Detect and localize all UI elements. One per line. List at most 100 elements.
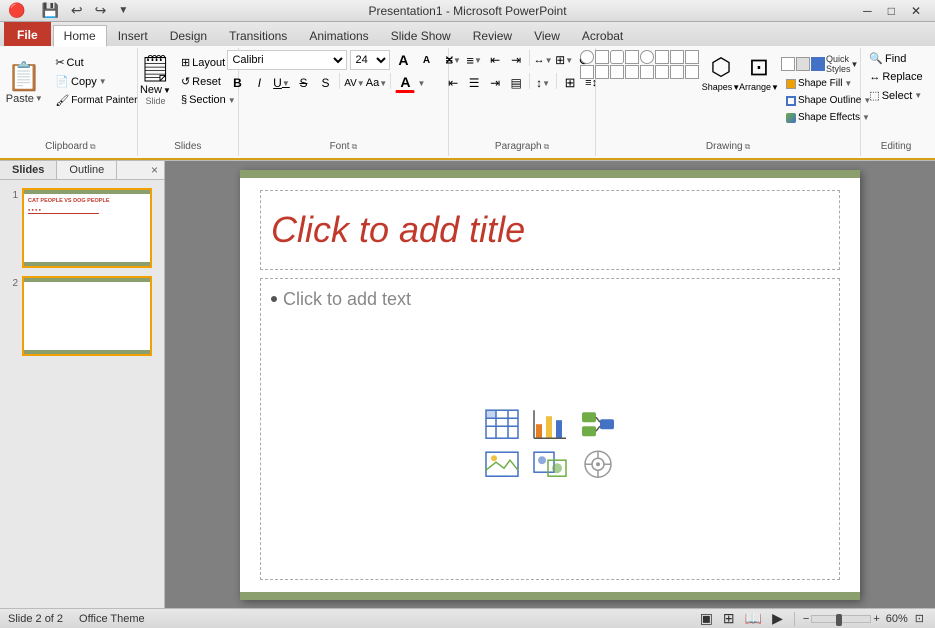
bullets-btn[interactable]: ≡▼ xyxy=(443,50,463,70)
insert-chart-icon[interactable] xyxy=(530,406,570,442)
drawing-group-label[interactable]: Drawing⧉ xyxy=(706,139,750,154)
underline-btn[interactable]: U▼ xyxy=(271,73,291,93)
tab-transitions[interactable]: Transitions xyxy=(218,24,298,46)
redo-btn[interactable]: ↪ xyxy=(91,0,111,21)
text-shadow-btn[interactable]: S xyxy=(315,73,335,93)
shape-preview[interactable] xyxy=(610,50,624,64)
tab-slides[interactable]: Slides xyxy=(0,161,57,179)
numbering-btn[interactable]: ≡▼ xyxy=(464,50,484,70)
columns-btn[interactable]: ⊞▼ xyxy=(554,50,574,70)
qat-more-btn[interactable]: ▼ xyxy=(114,3,132,18)
format-painter-button[interactable]: 🖌Format Painter xyxy=(51,92,141,109)
tab-file[interactable]: File xyxy=(4,22,51,46)
justify-btn[interactable]: ▤ xyxy=(506,73,526,93)
copy-button[interactable]: 📄Copy▼ xyxy=(51,73,141,90)
slide-thumbnail-1[interactable]: CAT PEOPLE VS DOG PEOPLE ● ● ● ● xyxy=(22,188,152,268)
font-color-btn[interactable]: A xyxy=(395,73,415,93)
tab-design[interactable]: Design xyxy=(159,24,218,46)
shape-preview[interactable] xyxy=(595,65,609,79)
shape-preview[interactable] xyxy=(655,65,669,79)
para-more-btn[interactable]: ⊞ xyxy=(560,73,580,93)
tab-slideshow[interactable]: Slide Show xyxy=(380,24,462,46)
shape-preview[interactable] xyxy=(580,65,594,79)
quick-styles-button[interactable]: QuickStyles ▼ xyxy=(826,54,858,74)
shape-preview[interactable] xyxy=(595,50,609,64)
shape-preview[interactable] xyxy=(640,65,654,79)
insert-picture-icon[interactable] xyxy=(482,446,522,482)
reading-view-btn[interactable]: 📖 xyxy=(742,610,765,627)
shape-preview[interactable] xyxy=(580,50,594,64)
font-size-select[interactable]: 24 xyxy=(350,50,390,70)
minimize-btn[interactable]: ─ xyxy=(857,4,878,18)
save-btn[interactable]: 💾 xyxy=(37,0,62,21)
decrease-indent-btn[interactable]: ⇤ xyxy=(485,50,505,70)
paragraph-expand-icon[interactable]: ⧉ xyxy=(544,142,550,152)
quick-style-2[interactable] xyxy=(796,57,810,71)
editing-group-label[interactable]: Editing xyxy=(881,139,912,154)
font-group-label[interactable]: Font⧉ xyxy=(330,139,358,154)
align-center-btn[interactable]: ☰ xyxy=(464,73,484,93)
slideshow-btn[interactable]: ▶ xyxy=(769,610,786,627)
increase-indent-btn[interactable]: ⇥ xyxy=(506,50,526,70)
find-button[interactable]: 🔍Find xyxy=(865,50,910,67)
slide-thumb-1[interactable]: 1 CAT PEOPLE VS DOG PEOPLE ● ● ● ● xyxy=(4,188,160,268)
panel-close-btn[interactable]: × xyxy=(145,161,164,179)
arrange-button[interactable]: ⊡ Arrange▼ xyxy=(741,50,777,95)
shape-preview[interactable] xyxy=(685,50,699,64)
cut-button[interactable]: ✂Cut xyxy=(51,54,141,71)
quick-style-1[interactable] xyxy=(781,57,795,71)
paragraph-group-label[interactable]: Paragraph⧉ xyxy=(495,139,549,154)
maximize-btn[interactable]: □ xyxy=(882,4,901,18)
tab-insert[interactable]: Insert xyxy=(107,24,159,46)
zoom-out-btn[interactable]: − xyxy=(803,613,809,625)
font-expand-icon[interactable]: ⧉ xyxy=(352,142,358,152)
new-slide-dropdown[interactable]: ▼ xyxy=(163,86,171,95)
shape-preview[interactable] xyxy=(655,50,669,64)
slide-thumbnail-2[interactable] xyxy=(22,276,152,356)
shape-preview[interactable] xyxy=(625,50,639,64)
tab-outline[interactable]: Outline xyxy=(57,161,117,179)
font-shrink-btn[interactable]: A xyxy=(416,50,436,70)
tab-review[interactable]: Review xyxy=(462,24,523,46)
line-spacing-btn[interactable]: ↕▼ xyxy=(533,73,553,93)
change-case-btn[interactable]: Aa▼ xyxy=(366,73,386,93)
text-direction-btn[interactable]: ↔▼ xyxy=(533,50,553,70)
quick-style-3[interactable] xyxy=(811,57,825,71)
align-left-btn[interactable]: ⇤ xyxy=(443,73,463,93)
tab-view[interactable]: View xyxy=(523,24,571,46)
normal-view-btn[interactable]: ▣ xyxy=(697,610,716,627)
insert-media-icon[interactable] xyxy=(578,446,618,482)
insert-smartart-icon[interactable] xyxy=(578,406,618,442)
slide-canvas[interactable]: Click to add title Click to add text xyxy=(240,170,860,600)
undo-btn[interactable]: ↩ xyxy=(67,0,87,21)
slide-thumb-2[interactable]: 2 xyxy=(4,276,160,356)
slides-group-label[interactable]: Slides xyxy=(174,139,201,154)
char-spacing-btn[interactable]: AV▼ xyxy=(344,73,364,93)
shape-preview[interactable] xyxy=(610,65,624,79)
select-button[interactable]: ⬚Select▼ xyxy=(865,87,926,104)
content-placeholder[interactable]: Click to add text xyxy=(260,278,840,580)
shape-preview[interactable] xyxy=(640,50,654,64)
paste-button[interactable]: 📋 Paste ▼ xyxy=(0,50,49,114)
shape-preview[interactable] xyxy=(685,65,699,79)
font-color-dropdown[interactable]: ▼ xyxy=(417,79,425,88)
drawing-expand-icon[interactable]: ⧉ xyxy=(745,142,751,152)
insert-table-icon[interactable] xyxy=(482,406,522,442)
italic-btn[interactable]: I xyxy=(249,73,269,93)
shape-preview[interactable] xyxy=(670,50,684,64)
clipboard-expand-icon[interactable]: ⧉ xyxy=(90,142,96,152)
font-grow-btn[interactable]: A xyxy=(393,50,413,70)
slide-sorter-btn[interactable]: ⊞ xyxy=(720,610,738,627)
zoom-in-btn[interactable]: + xyxy=(873,613,879,625)
replace-button[interactable]: ↔Replace xyxy=(865,69,926,85)
tab-home[interactable]: Home xyxy=(53,25,107,47)
paste-dropdown-icon[interactable]: ▼ xyxy=(35,94,43,103)
font-name-select[interactable]: Calibri xyxy=(227,50,347,70)
tab-animations[interactable]: Animations xyxy=(298,24,379,46)
shapes-button[interactable]: ⬡ Shapes▼ xyxy=(703,50,739,95)
strikethrough-btn[interactable]: S xyxy=(293,73,313,93)
zoom-slider[interactable] xyxy=(811,615,871,623)
title-placeholder[interactable]: Click to add title xyxy=(260,190,840,270)
clipboard-group-label[interactable]: Clipboard⧉ xyxy=(45,139,96,154)
new-slide-button[interactable]: 🗒 New ▼ Slide xyxy=(136,50,175,109)
